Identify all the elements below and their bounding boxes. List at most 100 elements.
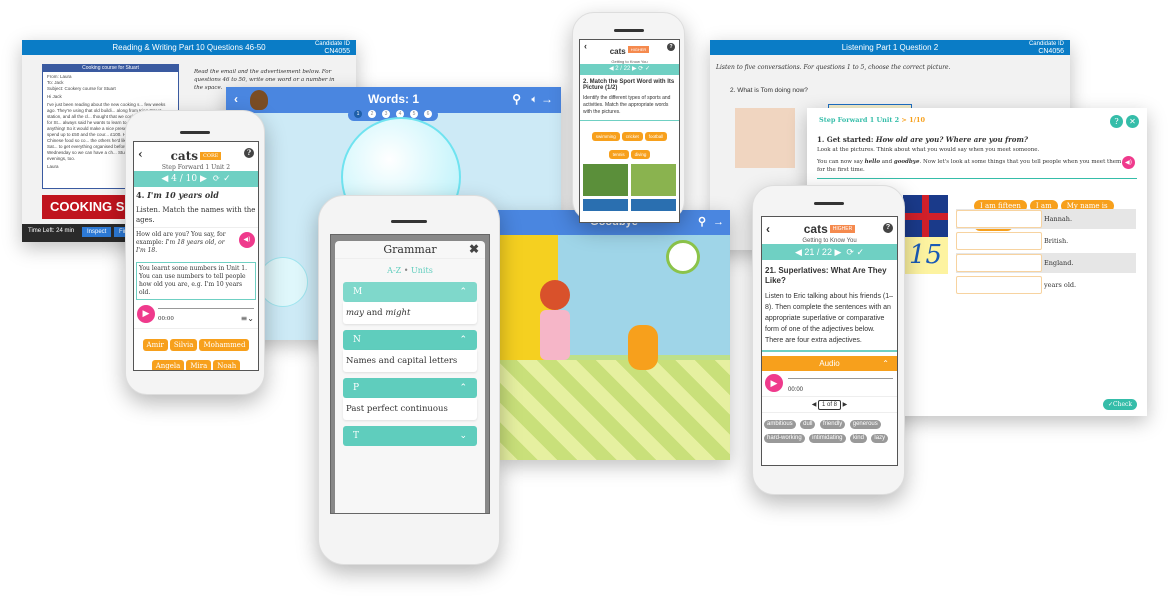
close-icon[interactable]: ✖ [469, 242, 479, 256]
chevron-up-icon: ⌃ [882, 359, 889, 368]
next-icon[interactable]: ▶ [843, 402, 848, 408]
help-person-icon[interactable]: ⚲ [698, 210, 706, 234]
name-chip[interactable]: Noah [213, 360, 241, 370]
audio-slider[interactable] [788, 378, 893, 379]
next-icon[interactable]: ▶ [200, 174, 207, 184]
pager: ◀ 1 of 8 ▶ [762, 397, 897, 413]
audio-slider[interactable] [158, 308, 254, 309]
answer-rows: Hannah. British. England. years old. [956, 209, 1136, 297]
sport-picture[interactable] [631, 199, 676, 211]
question-text: 2. What is Tom doing now? [730, 87, 808, 94]
divider [817, 178, 1137, 179]
progress-bar: ◀ 4 / 10 ▶ ⟳ ✓ [134, 171, 258, 187]
refresh-icon[interactable]: ⟳ [846, 247, 854, 257]
game-title: Words: 1 [367, 92, 420, 106]
refresh-icon[interactable]: ⟳ [213, 174, 221, 184]
answer-row: England. [956, 253, 1136, 273]
next-icon[interactable]: ▶ [834, 247, 841, 257]
name-chip[interactable]: Amir [142, 339, 168, 351]
clock [666, 240, 700, 274]
section-n[interactable]: N ⌃ [343, 330, 477, 350]
phone-grammar: Grammar ✖ A-Z • Units M ⌃ may and might N ⌃… [318, 195, 500, 565]
answer-input[interactable] [956, 254, 1042, 272]
back-icon[interactable]: ‹ [138, 147, 143, 161]
audio-button[interactable]: ◀) [1122, 156, 1135, 169]
breadcrumb[interactable]: Step Forward 1 Unit 2 [819, 116, 899, 124]
phone-superlatives: ‹ cats HIGHER Getting to Know You? ◀ 21 / 2… [752, 185, 905, 495]
name-chip[interactable]: Angela [151, 360, 185, 370]
answer-row: British. [956, 231, 1136, 251]
prev-icon[interactable]: ◀ [795, 247, 802, 257]
prev-icon[interactable]: ◀ [812, 402, 817, 408]
prev-icon[interactable]: ◀ [161, 174, 168, 184]
check-icon[interactable]: ✓ [223, 174, 231, 184]
sport-picture[interactable] [583, 199, 628, 211]
close-icon[interactable]: ✕ [1126, 115, 1139, 128]
grammar-title: Grammar [383, 243, 437, 256]
check-icon[interactable]: ✓ [856, 247, 864, 257]
tab-units[interactable]: Units [411, 266, 433, 275]
name-chip[interactable]: Silvia [169, 339, 198, 351]
number-card: 15 [903, 237, 948, 274]
tab-a-z[interactable]: A-Z [387, 266, 401, 275]
section-p[interactable]: P ⌃ [343, 378, 477, 398]
word-chip[interactable]: football [644, 132, 668, 141]
audio-player: ▶ 00:00 ≡⌄ [134, 302, 258, 328]
play-button[interactable]: ▶ [137, 305, 155, 323]
progress-bar: ◀ 2 / 22 ▶ ⟳ ✓ [580, 64, 679, 75]
section-m[interactable]: M ⌃ [343, 282, 477, 302]
help-icon[interactable]: ? [883, 223, 893, 233]
transcript-icon[interactable]: ≡⌄ [241, 314, 254, 323]
volume-icon[interactable]: 🔈︎ [532, 87, 537, 111]
word-chip[interactable]: tennis [608, 150, 629, 159]
sport-picture[interactable] [583, 164, 628, 196]
word-chip[interactable]: swimming [591, 132, 620, 141]
exam-header: Listening Part 1 Question 2 Candidate ID… [710, 40, 1070, 55]
boy-character[interactable] [628, 325, 658, 370]
help-icon[interactable]: ? [667, 43, 675, 51]
answer-row: years old. [956, 275, 1136, 295]
answer-row: Hannah. [956, 209, 1136, 229]
girl-character[interactable] [540, 280, 570, 310]
next-arrow-icon[interactable]: → [541, 87, 553, 111]
chevron-up-icon: ⌃ [459, 335, 467, 345]
answer-input[interactable] [956, 210, 1042, 228]
help-icon[interactable]: ? [1110, 115, 1123, 128]
chevron-up-icon: ⌃ [459, 287, 467, 297]
next-arrow-icon[interactable]: → [713, 210, 724, 234]
chevron-up-icon: ⌃ [459, 383, 467, 393]
check-button[interactable]: ✓Check [1102, 399, 1137, 410]
back-icon[interactable]: ‹ [766, 222, 770, 236]
picture-option[interactable] [735, 108, 795, 168]
inspect-button[interactable]: Inspect [82, 227, 112, 237]
back-icon[interactable]: ‹ [584, 41, 587, 51]
phone-core: ‹ cats CORE Step Forward 1 Unit 2? ◀ 4 / 10… [125, 110, 265, 395]
grammar-item[interactable]: Past perfect continuous [343, 398, 477, 420]
grammar-item[interactable]: Names and capital letters [343, 350, 477, 372]
sport-picture[interactable] [631, 164, 676, 196]
exam-header: Reading & Writing Part 10 Questions 46-5… [22, 40, 356, 55]
back-icon[interactable]: ‹ [234, 87, 238, 111]
owl-icon [250, 90, 268, 110]
uk-flag [903, 195, 948, 237]
goodbye-game: Goodbye ⚲ → [498, 210, 730, 460]
help-icon[interactable]: ? [244, 148, 254, 158]
play-button[interactable]: ▶ [765, 374, 783, 392]
help-person-icon[interactable]: ⚲ [512, 87, 521, 111]
audio-button[interactable]: ◀) [239, 232, 255, 248]
progress-bar: ◀ 21 / 22 ▶ ⟳ ✓ [762, 244, 897, 260]
name-chip[interactable]: Mira [186, 360, 212, 370]
tip-box: You learnt some numbers in Unit 1. You c… [136, 262, 256, 300]
answer-input[interactable] [956, 232, 1042, 250]
word-chip[interactable]: cricket [621, 132, 643, 141]
time-left: Time Left: 24 min [28, 228, 75, 234]
audio-player: ▶ 00:00 [762, 371, 897, 397]
phone-sport: ‹ cats HIGHER Getting to Know You? ◀ 2 / 22… [572, 12, 685, 223]
grammar-item[interactable]: may and might [343, 302, 477, 324]
bubble[interactable] [258, 257, 308, 307]
answer-input[interactable] [956, 276, 1042, 294]
word-chip[interactable]: diving [630, 150, 651, 159]
section-t[interactable]: T ⌄ [343, 426, 477, 446]
audio-section[interactable]: Audio ⌃ [762, 356, 897, 371]
name-chip[interactable]: Mohammed [199, 339, 250, 351]
